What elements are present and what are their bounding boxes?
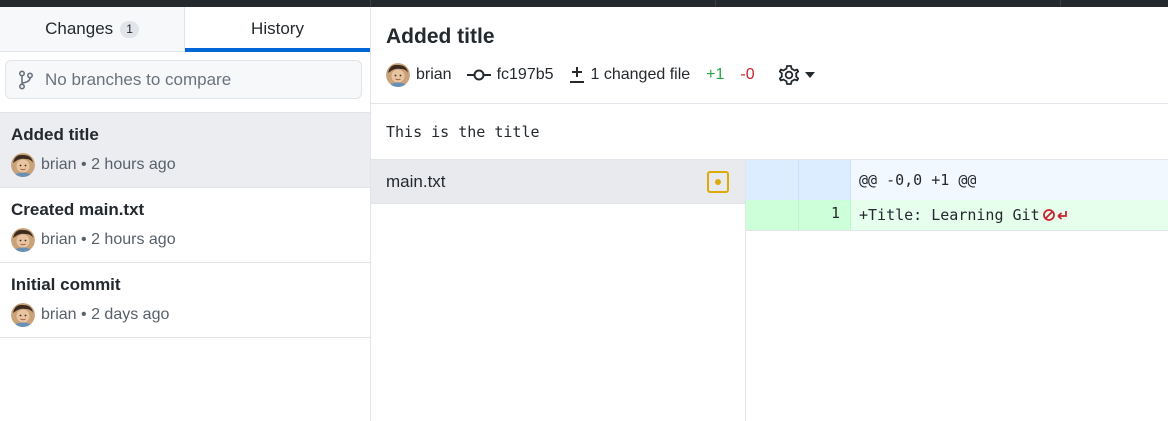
commit-title: Initial commit [11,275,121,294]
commit-detail-title: Added title [386,25,495,48]
new-line-gutter [799,160,851,200]
file-list-item[interactable]: main.txt [371,160,745,204]
diff-options-button[interactable] [777,63,815,87]
tab-changes[interactable]: Changes 1 [0,7,185,51]
avatar [11,303,35,327]
commit-summary-header: Added title brian fc197b5 1 changed file… [371,7,1168,104]
tab-history-label: History [251,19,304,38]
commit-time: 2 hours ago [91,231,176,248]
hunk-header-text: @@ -0,0 +1 @@ [851,160,1168,200]
commit-time: 2 days ago [91,306,170,323]
toolbar-divider [370,0,371,7]
commit-description: This is the title [371,104,1168,160]
meta-separator: • [76,231,92,248]
file-name: main.txt [386,171,446,191]
diff-line-content: +Title: Learning Git [851,200,1168,230]
old-line-gutter [746,160,799,200]
branch-icon [18,69,34,90]
gear-icon [778,65,799,85]
changed-files-count: 1 changed file [590,66,691,83]
branch-compare-placeholder: No branches to compare [45,69,232,89]
commit-list-item[interactable]: Added title brian • 2 hours ago [0,113,370,188]
additions-count: +1 [706,66,725,83]
no-newline-icon [1042,208,1069,222]
old-line-gutter [746,200,799,230]
commit-meta: brian • 2 hours ago [11,153,359,177]
changed-files-list: main.txt [371,160,746,421]
toolbar-divider [715,0,716,7]
branch-compare-input[interactable]: No branches to compare [5,60,362,99]
commit-time: 2 hours ago [91,156,176,173]
new-line-number: 1 [799,200,851,230]
commit-meta: brian • 2 days ago [11,303,359,327]
sidebar: Changes 1 History No branches to compare… [0,7,371,421]
diff-line-text: +Title: Learning Git [859,206,1040,224]
commit-detail-panel: Added title brian fc197b5 1 changed file… [371,7,1168,421]
commit-list: Added title brian • 2 hours ago Created … [0,112,370,338]
commit-title: Added title [11,125,99,144]
avatar [11,228,35,252]
commit-title: Created main.txt [11,200,145,219]
tab-bar: Changes 1 History [0,7,370,52]
diff-hunk-header: @@ -0,0 +1 @@ [746,160,1168,200]
diff-view: @@ -0,0 +1 @@ 1 +Title: Learning Git [746,160,1168,421]
commit-author: brian [41,306,77,323]
commit-list-item[interactable]: Initial commit brian • 2 days ago [0,263,370,338]
diff-icon [569,66,585,84]
commit-sha[interactable]: fc197b5 [497,66,554,84]
avatar [11,153,35,177]
meta-separator: • [76,306,92,323]
commit-author: brian [41,156,77,173]
changes-count-badge: 1 [120,20,139,38]
commit-detail-meta: brian fc197b5 1 changed file +1 -0 [386,63,1168,87]
tab-changes-label: Changes [45,19,114,38]
commit-author: brian [41,231,77,248]
tab-history[interactable]: History [185,7,370,52]
diff-line-added[interactable]: 1 +Title: Learning Git [746,200,1168,231]
chevron-down-icon [804,72,815,78]
commit-list-item[interactable]: Created main.txt brian • 2 hours ago [0,188,370,263]
toolbar-divider [1060,0,1061,7]
deletions-count: -0 [740,66,755,83]
commit-detail-author: brian [416,66,452,83]
title-bar [0,0,1168,7]
commit-icon [466,68,491,82]
commit-meta: brian • 2 hours ago [11,228,359,252]
avatar [386,63,410,87]
meta-separator: • [76,156,92,173]
file-modified-icon [707,171,729,193]
